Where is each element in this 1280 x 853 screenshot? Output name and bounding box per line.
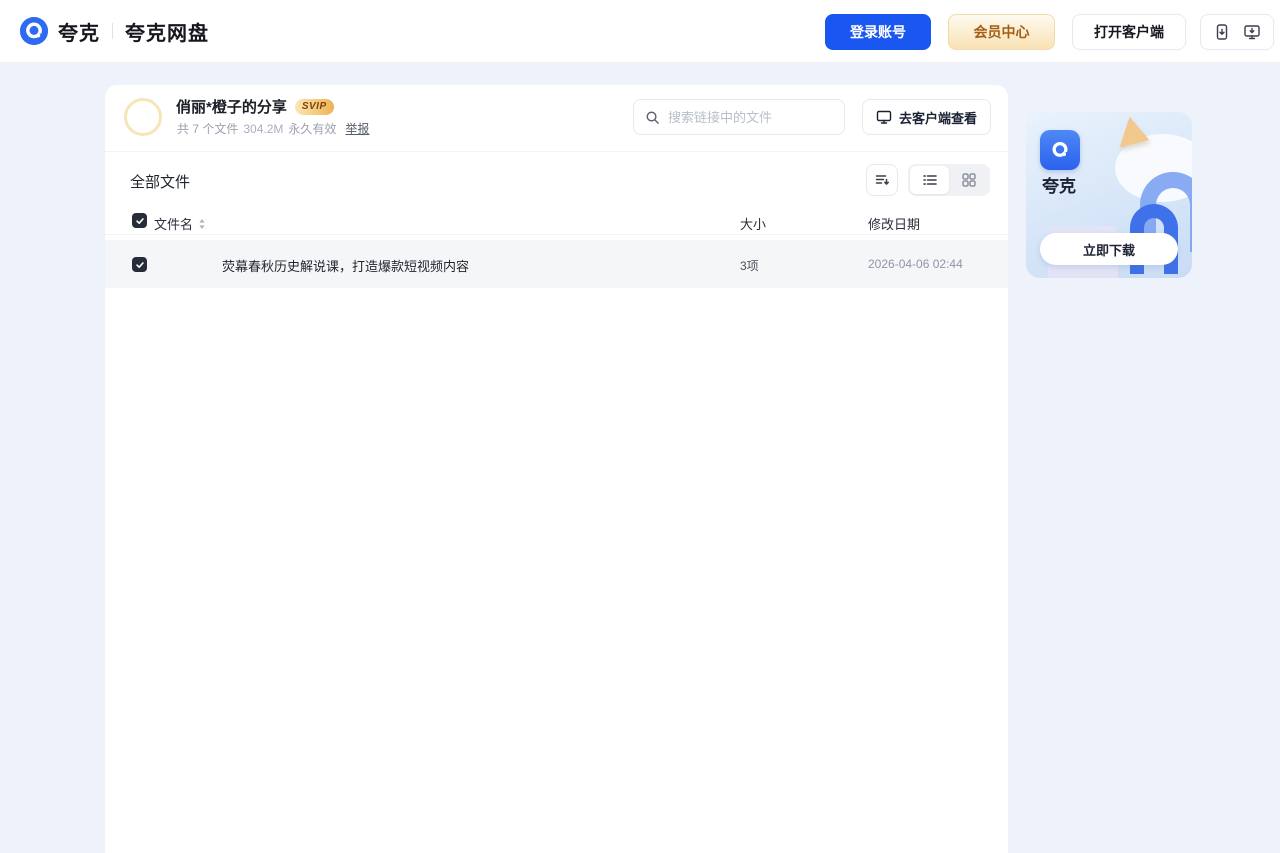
share-meta: 共 7 个文件 304.2M 永久有效 举报: [177, 120, 369, 137]
file-size: 3项: [740, 259, 759, 273]
share-content-card: 俏丽*橙子的分享 SVIP 共 7 个文件 304.2M 永久有效 举报 去客户…: [105, 85, 1008, 853]
table-row[interactable]: 荧幕春秋历史解说课，打造爆款短视频内容 3项 2026-04-06 02:44: [105, 240, 1008, 288]
sort-order-button[interactable]: [866, 164, 898, 196]
open-client-button-header[interactable]: 打开客户端: [1072, 14, 1186, 50]
file-search-box[interactable]: [633, 99, 845, 135]
grid-view-icon: [961, 173, 976, 187]
search-icon: [646, 111, 659, 124]
promo-app-name: 夸克: [1042, 177, 1076, 196]
column-header-name[interactable]: 文件名: [154, 214, 206, 233]
list-view-button[interactable]: [910, 166, 949, 194]
column-header-size[interactable]: 大小: [740, 214, 766, 233]
all-files-title: 全部文件: [130, 174, 191, 191]
mobile-download-icon[interactable]: [1213, 23, 1231, 41]
share-file-count: 共 7 个文件: [177, 122, 239, 136]
view-in-client-label: 去客户端查看: [898, 110, 977, 126]
share-title: 俏丽*橙子的分享: [176, 99, 287, 116]
grid-view-button[interactable]: [949, 166, 988, 194]
download-links-group: [1200, 14, 1274, 50]
svip-badge: SVIP: [294, 98, 334, 115]
brand-divider: [112, 23, 113, 39]
quark-app-icon: [1040, 130, 1080, 170]
report-link[interactable]: 举报: [345, 120, 369, 137]
monitor-icon: [876, 110, 892, 124]
top-header: 夸克 夸克网盘 登录账号 会员中心 打开客户端: [0, 0, 1280, 63]
file-modified-date: 2026-04-06 02:44: [868, 257, 963, 271]
download-now-button[interactable]: 立即下载: [1040, 233, 1178, 265]
brand-logo-group[interactable]: 夸克 夸克网盘: [20, 17, 209, 46]
share-validity: 永久有效: [288, 122, 337, 136]
view-mode-toggle: [908, 164, 990, 196]
view-in-client-button[interactable]: 去客户端查看: [862, 99, 991, 135]
quark-logo-icon: [20, 17, 48, 45]
product-name: 夸克网盘: [125, 22, 209, 45]
divider: [105, 151, 1008, 152]
select-all-checkbox[interactable]: [132, 213, 147, 228]
share-total-size: 304.2M: [243, 121, 284, 136]
column-name-label: 文件名: [154, 217, 194, 232]
file-name[interactable]: 荧幕春秋历史解说课，打造爆款短视频内容: [222, 256, 469, 275]
column-header-modified[interactable]: 修改日期: [868, 214, 920, 233]
sharer-avatar: [124, 98, 162, 136]
app-download-promo-card[interactable]: 夸克 立即下载: [1026, 112, 1192, 278]
row-checkbox[interactable]: [132, 257, 147, 272]
share-header: 俏丽*橙子的分享 SVIP 共 7 个文件 304.2M 永久有效 举报 去客户…: [105, 85, 1008, 151]
vip-center-button[interactable]: 会员中心: [948, 14, 1055, 50]
list-view-icon: [922, 175, 937, 185]
search-input[interactable]: [668, 109, 828, 125]
login-button[interactable]: 登录账号: [825, 14, 931, 50]
sort-icon: [875, 175, 889, 185]
file-table-header: 文件名 大小 修改日期: [105, 210, 1008, 234]
divider: [105, 234, 1008, 235]
sort-carets-icon: [199, 218, 205, 229]
desktop-download-icon[interactable]: [1243, 23, 1261, 41]
file-toolbar: 全部文件: [105, 164, 1008, 196]
brand-name: 夸克: [58, 22, 100, 45]
